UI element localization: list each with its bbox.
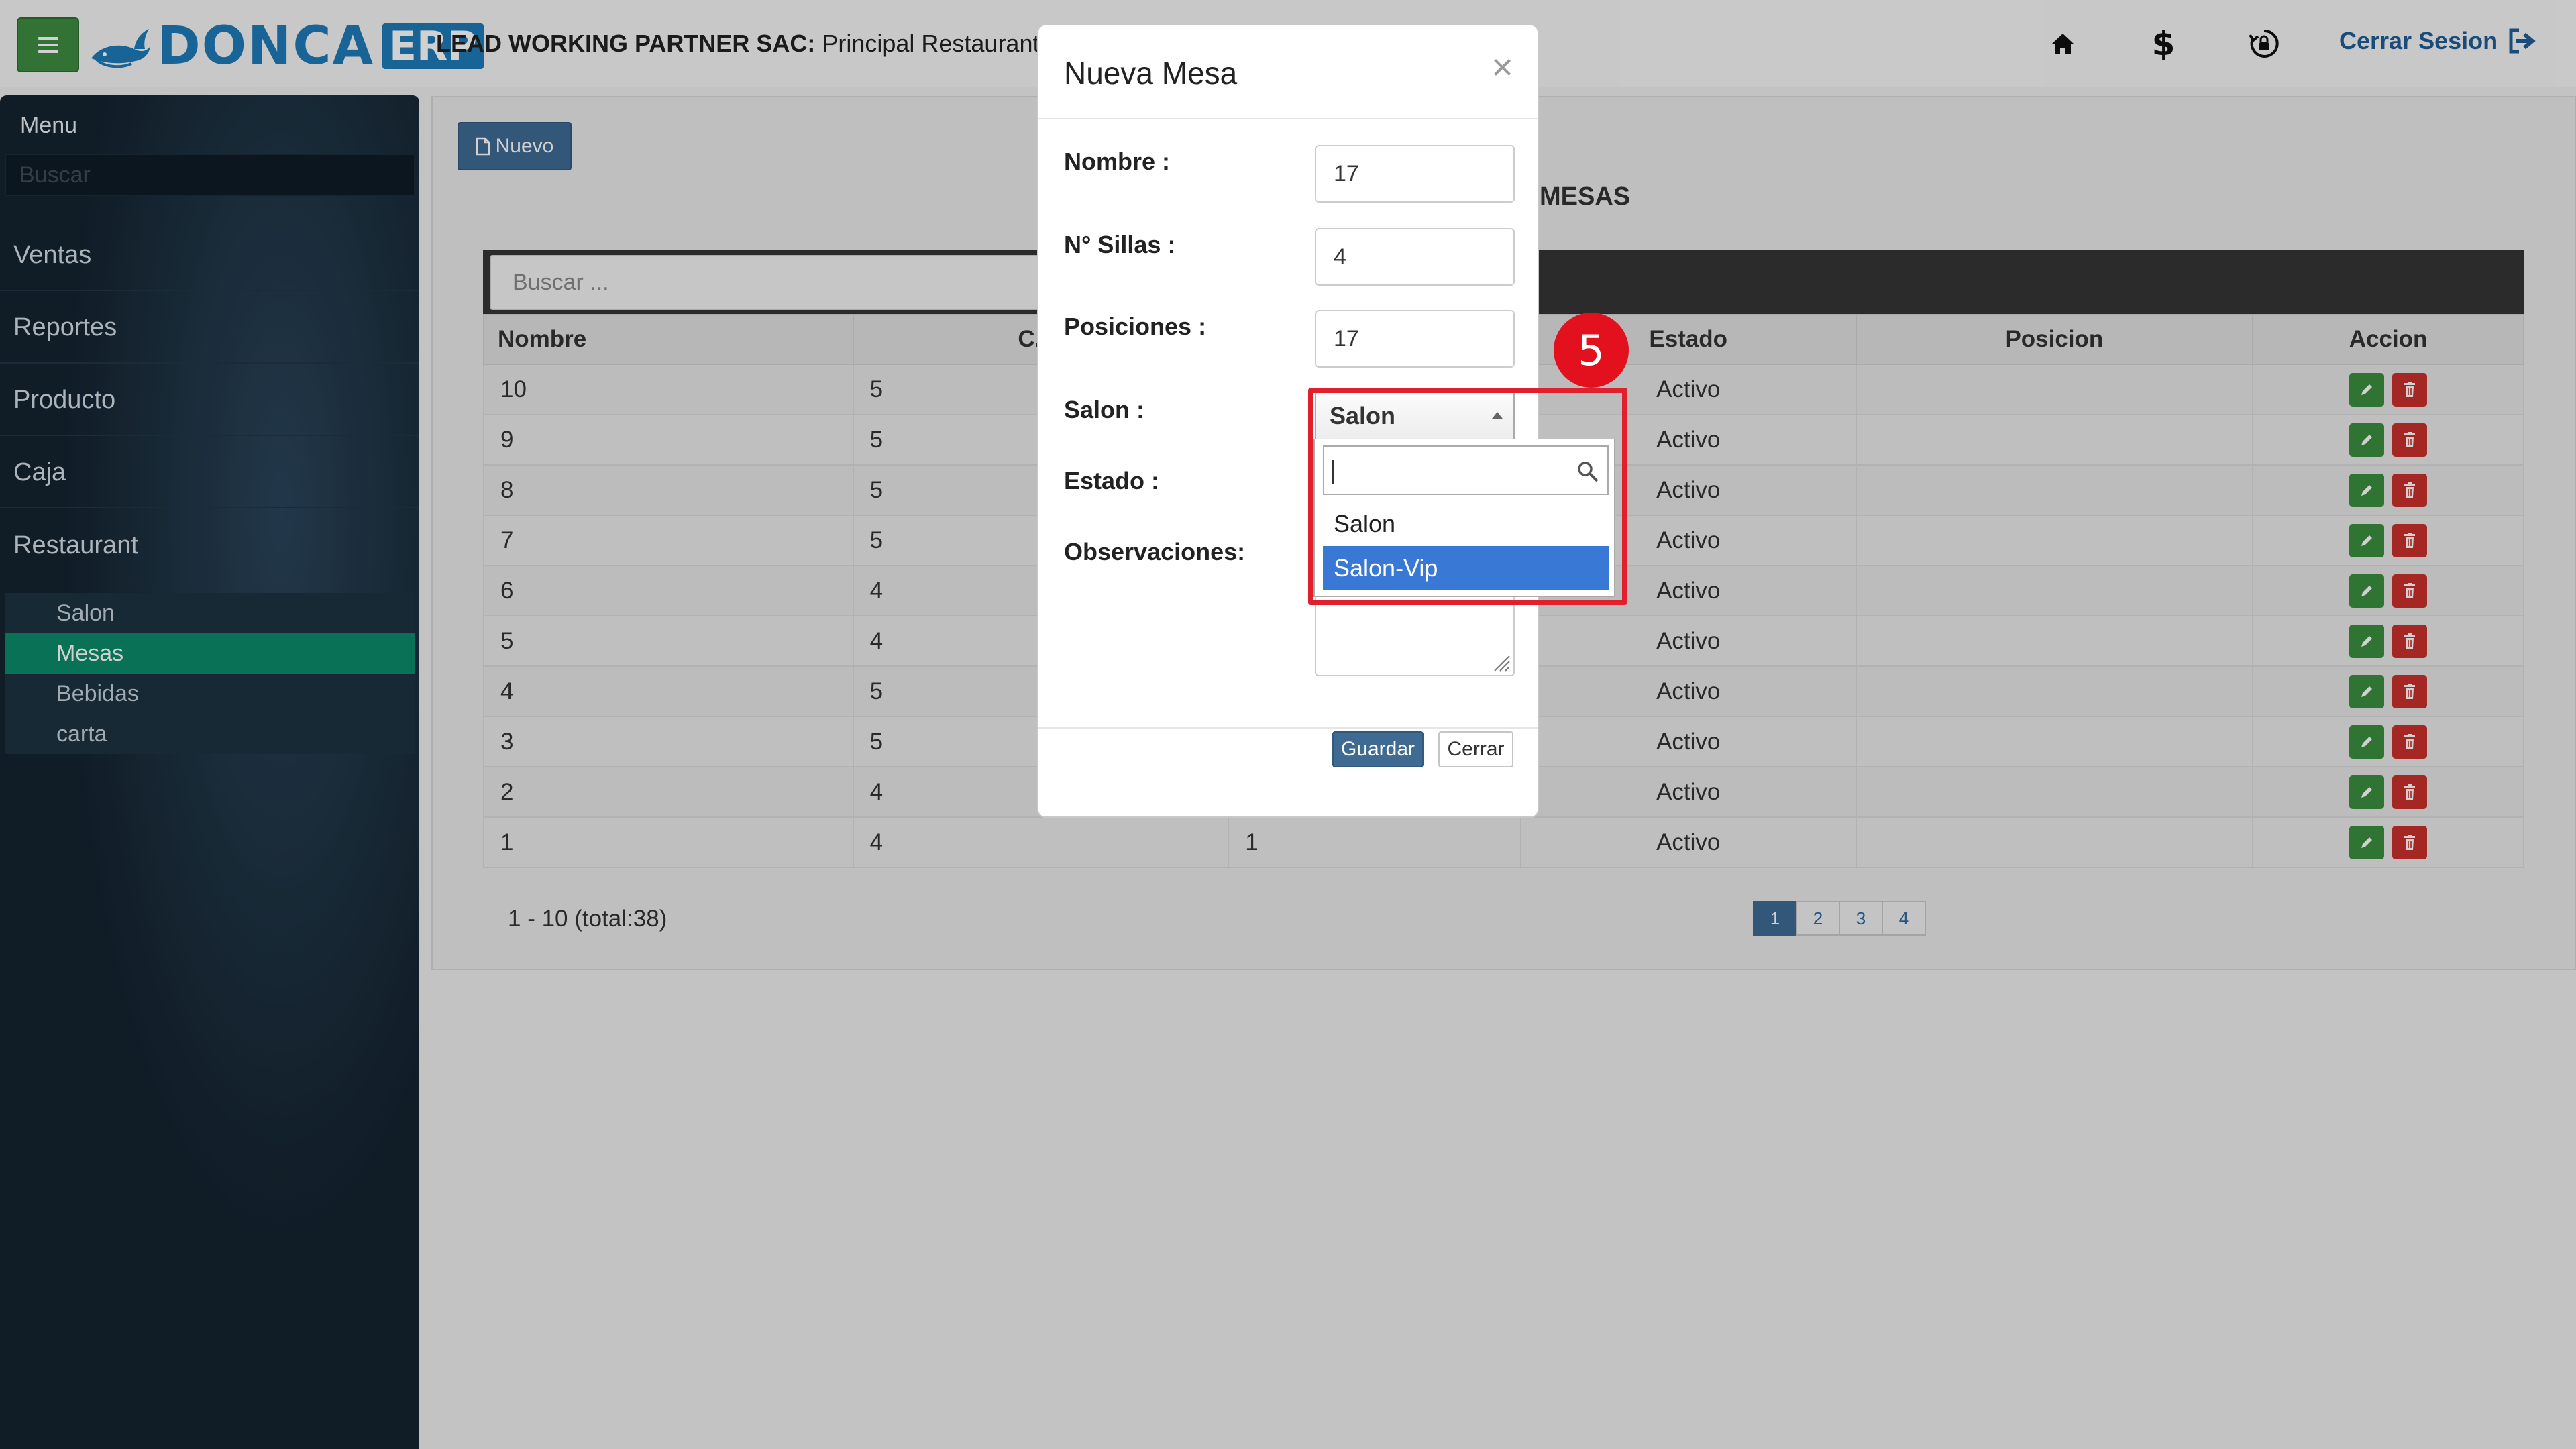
annotation-highlight-box [1308,388,1627,605]
posiciones-value: 17 [1334,325,1359,352]
nombre-value: 17 [1334,160,1359,186]
posiciones-label: Posiciones : [1064,313,1207,340]
posiciones-input[interactable]: 17 [1315,310,1515,368]
sillas-value: 4 [1334,244,1346,270]
observaciones-label: Observaciones: [1064,538,1246,566]
annotation-step-badge: 5 [1554,313,1629,388]
modal-footer [1038,727,1538,729]
salon-label: Salon : [1064,396,1145,423]
estado-label: Estado : [1064,467,1160,494]
modal-header: Nueva Mesa × [1038,25,1538,119]
modal-title: Nueva Mesa [1064,56,1238,91]
save-button[interactable]: Guardar [1332,731,1424,767]
sillas-label: N° Sillas : [1064,231,1176,258]
resize-grip-icon[interactable] [1491,652,1511,672]
nombre-label: Nombre : [1064,148,1171,175]
cancel-button[interactable]: Cerrar [1438,731,1513,767]
nombre-input[interactable]: 17 [1315,145,1515,203]
close-icon[interactable]: × [1491,48,1513,86]
sillas-input[interactable]: 4 [1315,228,1515,286]
